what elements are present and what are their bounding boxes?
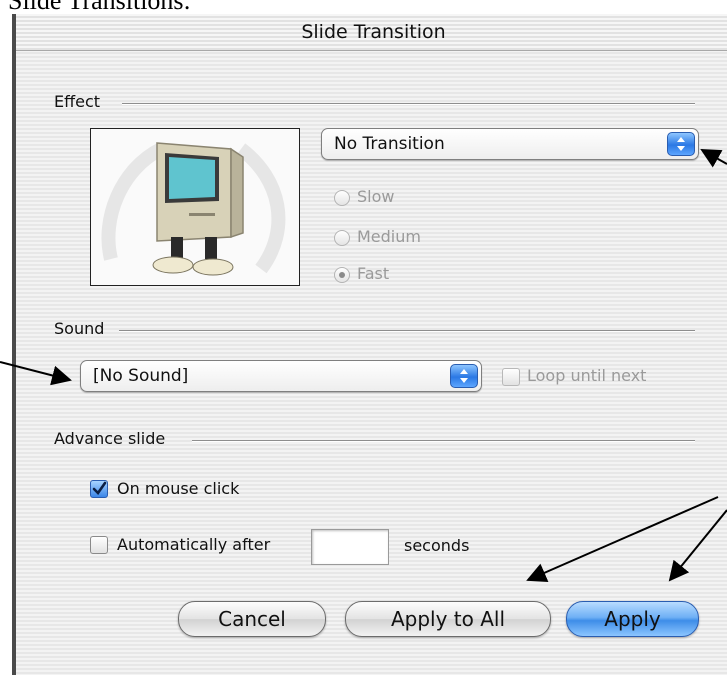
speed-medium-label: Medium	[357, 227, 421, 246]
transition-effect-popup[interactable]: No Transition	[321, 128, 699, 160]
sound-divider	[119, 330, 695, 332]
speed-slow-label: Slow	[357, 187, 395, 206]
automatically-after-checkbox[interactable]	[90, 536, 108, 554]
dialog-title: Slide Transition	[16, 14, 727, 51]
effect-label: Effect	[54, 92, 101, 111]
popup-arrows-icon	[667, 132, 695, 156]
speed-fast-label: Fast	[357, 264, 390, 283]
automatically-after-label: Automatically after	[117, 535, 271, 554]
apply-button[interactable]: Apply	[566, 601, 699, 637]
advance-divider	[192, 440, 695, 442]
sound-label: Sound	[54, 319, 105, 338]
popup-arrows-icon	[450, 364, 478, 388]
loop-until-next-checkbox[interactable]	[502, 368, 520, 386]
checkmark-icon	[92, 481, 107, 496]
seconds-input[interactable]	[311, 529, 389, 565]
seconds-label: seconds	[404, 536, 470, 555]
cancel-button[interactable]: Cancel	[178, 601, 326, 637]
speed-fast-radio[interactable]	[334, 267, 350, 283]
speed-slow-radio[interactable]	[334, 190, 350, 206]
speed-medium-radio[interactable]	[334, 230, 350, 246]
apply-to-all-button[interactable]: Apply to All	[345, 601, 551, 637]
on-mouse-click-label: On mouse click	[117, 479, 240, 498]
radio-selected-dot	[339, 272, 345, 278]
advance-slide-label: Advance slide	[54, 429, 166, 448]
transition-preview	[90, 128, 300, 286]
effect-divider	[122, 103, 695, 105]
transition-effect-value: No Transition	[334, 134, 445, 154]
sound-popup[interactable]: [No Sound]	[80, 360, 482, 392]
loop-until-next-label: Loop until next	[527, 366, 647, 385]
computer-mascot-icon	[101, 142, 286, 276]
sound-value: [No Sound]	[93, 366, 189, 386]
on-mouse-click-checkbox[interactable]	[90, 480, 108, 498]
slide-transition-dialog: Slide Transition Effect No Transition Sl…	[12, 14, 727, 675]
